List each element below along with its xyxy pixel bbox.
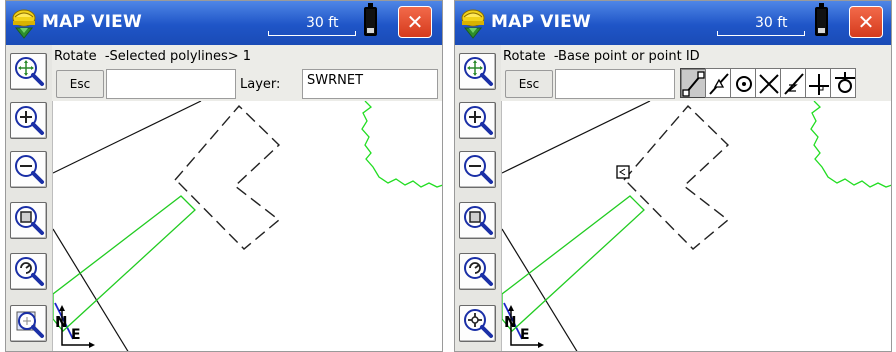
zoom-in-icon (464, 106, 493, 135)
snap-nearest-button[interactable] (780, 68, 806, 98)
map-view-window-base-point: MAP VIEW 30 ft ✕ Rotate -Base point or p… (454, 0, 892, 352)
zoom-layer-button[interactable] (10, 305, 47, 342)
command-prompt: Rotate -Base point or point ID (503, 49, 700, 64)
zoom-window-button[interactable] (10, 202, 47, 239)
zoom-out-button[interactable] (459, 151, 496, 188)
road-line (53, 101, 202, 174)
zoom-out-icon (464, 155, 493, 184)
zoom-in-icon (15, 106, 44, 135)
north-label: N (504, 313, 517, 331)
zoom-window-icon (464, 206, 493, 235)
esc-button[interactable]: Esc (505, 70, 553, 98)
title-bar: MAP VIEW 30 ft ✕ (6, 1, 442, 45)
zoom-toolbar (455, 45, 502, 351)
snap-perpendicular-icon (809, 74, 829, 95)
road-line (502, 101, 651, 174)
snap-intersection-icon (759, 74, 779, 94)
map-scale-label: 30 ft (306, 15, 339, 31)
zoom-layer-icon (16, 311, 44, 338)
snap-center-button[interactable] (730, 68, 756, 98)
close-button[interactable]: ✕ (849, 6, 883, 38)
snap-midpoint-icon (709, 73, 729, 95)
snap-tangent-button[interactable] (830, 68, 856, 98)
zoom-previous-icon (464, 257, 493, 286)
command-prompt: Rotate -Selected polylines> 1 (54, 49, 252, 64)
map-canvas[interactable]: N E (502, 101, 891, 351)
zoom-extents-button[interactable] (459, 53, 496, 90)
map-drawing (53, 101, 442, 351)
zoom-previous-button[interactable] (459, 253, 496, 290)
app-title: MAP VIEW (491, 12, 591, 32)
esc-button[interactable]: Esc (56, 70, 104, 98)
command-bar: Rotate -Base point or point ID Esc (501, 45, 891, 101)
snap-endpoint-icon (682, 71, 705, 97)
zoom-out-button[interactable] (10, 151, 47, 188)
zoom-in-button[interactable] (10, 102, 47, 139)
green-boundary-line (361, 101, 442, 188)
close-button[interactable]: ✕ (398, 6, 432, 38)
east-label: E (71, 327, 81, 343)
dashed-polyline (623, 104, 730, 250)
layer-field[interactable]: SWRNET (302, 69, 438, 99)
map-scale-bar (268, 31, 356, 36)
east-label: E (520, 327, 530, 343)
app-title: MAP VIEW (42, 12, 142, 32)
map-drawing (502, 101, 891, 351)
dashed-polyline (174, 104, 281, 250)
command-input[interactable] (106, 69, 236, 99)
layer-label: Layer: (240, 77, 281, 92)
snap-endpoint-button[interactable] (680, 68, 706, 98)
map-scale-bar (717, 31, 805, 36)
snap-nearest-icon (784, 73, 804, 95)
zoom-previous-icon (15, 257, 44, 286)
zoom-point-icon (464, 309, 493, 338)
battery-icon (364, 3, 377, 36)
app-logo-icon (461, 9, 485, 39)
snap-tangent-icon (835, 72, 855, 93)
zoom-extents-button[interactable] (10, 53, 47, 90)
snap-intersection-button[interactable] (755, 68, 781, 98)
snap-midpoint-button[interactable] (705, 68, 731, 98)
title-bar: MAP VIEW 30 ft ✕ (455, 1, 891, 45)
snap-cursor-icon (616, 165, 630, 179)
point-id-input[interactable] (555, 69, 675, 99)
snap-perpendicular-button[interactable] (805, 68, 831, 98)
zoom-extents-icon (15, 57, 44, 86)
zoom-toolbar (6, 45, 53, 351)
zoom-extents-icon (464, 57, 493, 86)
map-canvas[interactable]: N E (53, 101, 442, 351)
zoom-previous-button[interactable] (10, 253, 47, 290)
zoom-in-button[interactable] (459, 102, 496, 139)
app-logo-icon (12, 9, 36, 39)
north-label: N (55, 313, 68, 331)
snap-center-icon (736, 76, 752, 92)
map-scale-label: 30 ft (755, 15, 788, 31)
zoom-window-icon (15, 206, 44, 235)
green-boundary-line (810, 101, 891, 188)
battery-icon (815, 3, 828, 36)
zoom-out-icon (15, 155, 44, 184)
zoom-window-button[interactable] (459, 202, 496, 239)
zoom-point-button[interactable] (459, 305, 496, 342)
map-view-window-selected-polylines: MAP VIEW 30 ft ✕ Rotate -Selected polyli… (5, 0, 443, 352)
command-bar: Rotate -Selected polylines> 1 Esc Layer:… (52, 45, 442, 101)
